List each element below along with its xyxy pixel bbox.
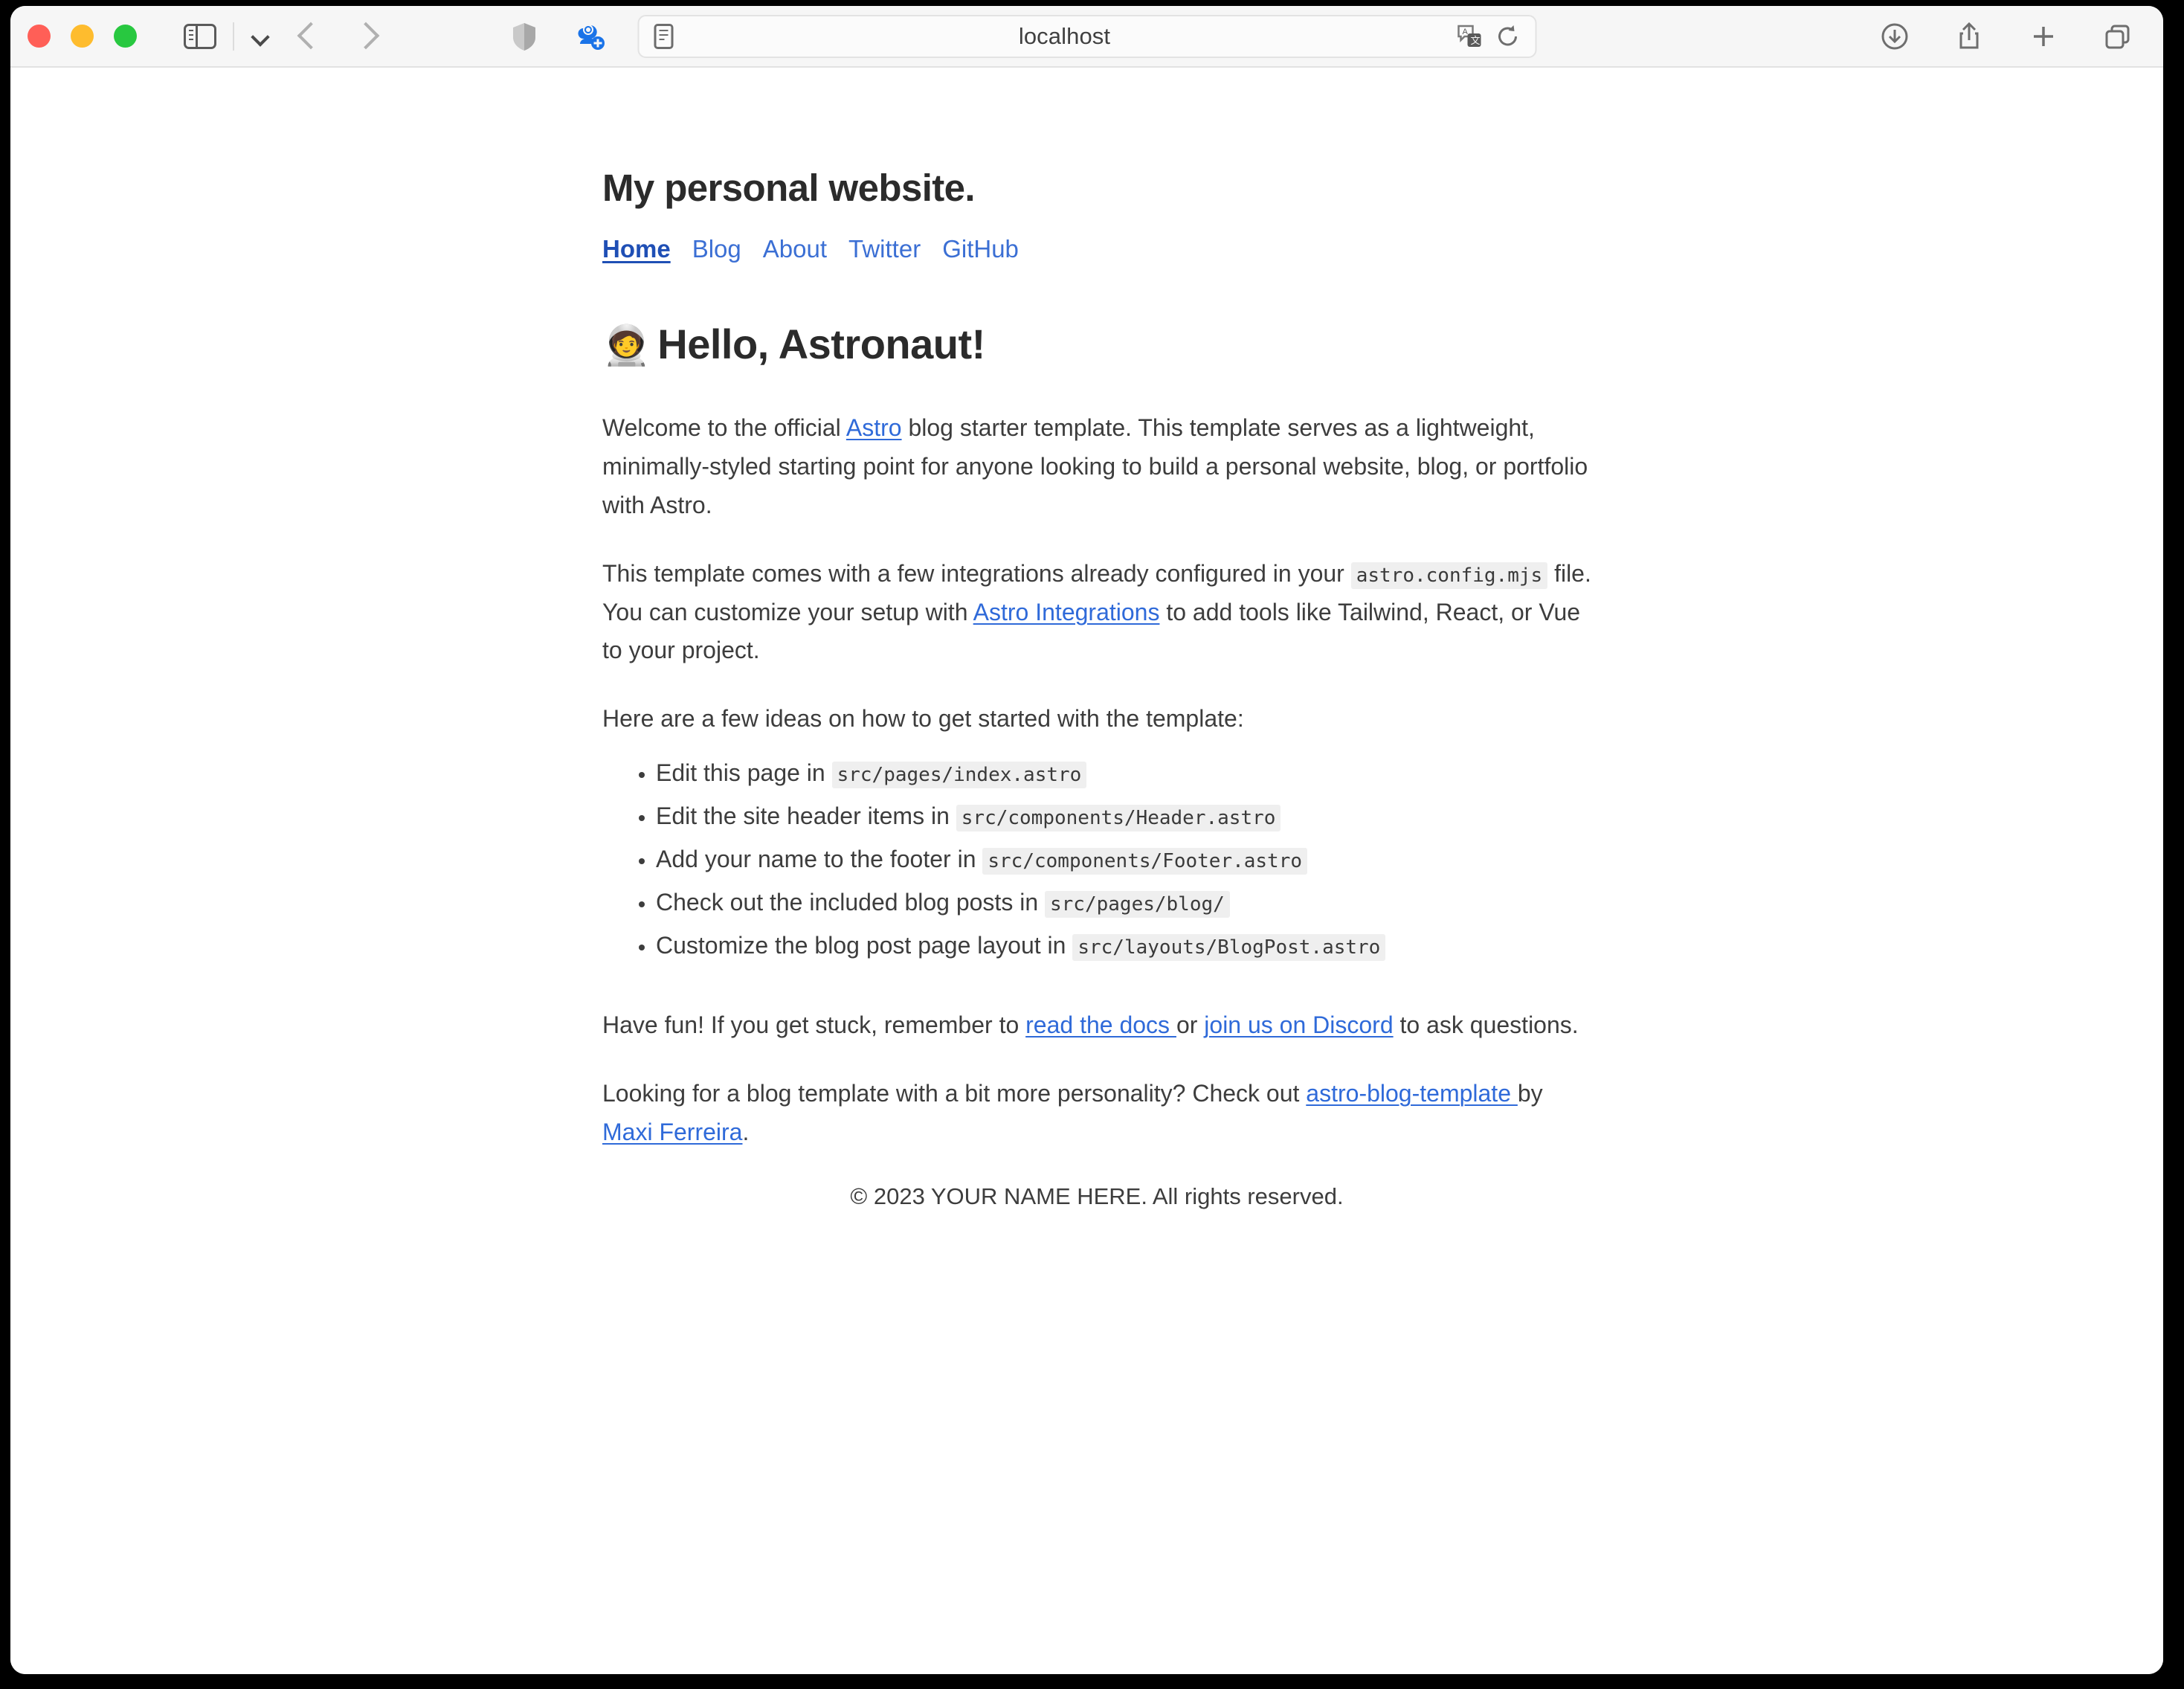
window-controls [28,25,137,48]
tab-overview-icon[interactable] [2102,21,2133,52]
translate-icon[interactable]: A 文 [1456,23,1483,50]
browser-window: localhost A 文 My personal website. Home … [10,6,2163,1674]
navigation-controls [137,16,389,57]
list-item-text: Customize the blog post page layout in [656,931,1073,959]
site-nav: Home Blog About Twitter GitHub [602,235,1591,263]
page-content: My personal website. Home Blog About Twi… [10,68,2163,1674]
shield-icon[interactable] [508,20,541,53]
have-fun-paragraph: Have fun! If you get stuck, remember to … [602,977,1591,1045]
nav-link-github[interactable]: GitHub [942,235,1019,263]
maxi-ferreira-link[interactable]: Maxi Ferreira [602,1119,742,1145]
new-tab-icon[interactable] [2028,21,2059,52]
nav-link-about[interactable]: About [763,235,827,263]
list-item-code: src/components/Footer.astro [982,847,1308,875]
have-fun-text-3: to ask questions. [1393,1011,1579,1038]
intro-text-before: Welcome to the official [602,414,846,442]
reload-icon[interactable] [1495,24,1520,49]
list-item: Edit this page in src/pages/index.astro [656,761,1591,804]
main-heading-text: Hello, Astronaut! [657,321,985,367]
list-item-code: src/components/Header.astro [956,804,1281,831]
content-column: My personal website. Home Blog About Twi… [602,68,1591,1151]
ideas-intro: Here are a few ideas on how to get start… [602,705,1244,733]
discord-link[interactable]: join us on Discord [1204,1011,1393,1038]
list-item-text: Edit the site header items in [656,802,956,829]
downloads-icon[interactable] [1879,21,1910,52]
astro-integrations-link[interactable]: Astro Integrations [973,599,1160,625]
reader-view-icon[interactable] [654,23,673,49]
back-arrow-icon[interactable] [288,16,329,57]
have-fun-text-2: or [1176,1011,1205,1038]
nav-link-home[interactable]: Home [602,235,671,263]
ideas-list: Edit this page in src/pages/index.astro … [602,739,1591,977]
address-bar-actions: A 文 [1456,23,1520,50]
blog-template-paragraph: Looking for a blog template with a bit m… [602,1045,1591,1152]
list-item-text: Edit this page in [656,759,832,786]
list-item-code: src/layouts/BlogPost.astro [1072,933,1386,961]
intro-paragraph: Welcome to the official Astro blog start… [602,367,1591,524]
toolbar-right-actions [1879,21,2133,52]
url-text[interactable]: localhost [673,23,1456,50]
list-item-code: src/pages/blog/ [1045,890,1230,918]
main-heading: 🧑‍🚀 Hello, Astronaut! [602,263,1591,367]
blog-template-text-1: Looking for a blog template with a bit m… [602,1079,1307,1107]
nav-link-twitter[interactable]: Twitter [848,235,921,263]
forward-arrow-icon[interactable] [347,16,389,57]
share-icon[interactable] [1953,21,1985,52]
list-item: Check out the included blog posts in src… [656,890,1591,933]
astro-link[interactable]: Astro [846,414,902,441]
list-item-text: Add your name to the footer in [656,845,983,872]
address-bar[interactable]: localhost A 文 [637,14,1536,58]
close-window-button[interactable] [28,25,51,48]
nav-link-blog[interactable]: Blog [692,235,741,263]
list-item: Add your name to the footer in src/compo… [656,847,1591,890]
toolbar-divider [233,22,234,51]
have-fun-text-1: Have fun! If you get stuck, remember to [602,1011,1026,1038]
astro-blog-template-link[interactable]: astro-blog-template [1306,1080,1518,1107]
list-item-text: Check out the included blog posts in [656,888,1045,916]
astro-config-code: astro.config.mjs [1350,562,1548,589]
browser-toolbar: localhost A 文 [10,6,2163,68]
page-title: My personal website. [602,167,976,209]
minimize-window-button[interactable] [71,25,94,48]
cloud-person-add-icon[interactable] [573,20,606,53]
list-item: Edit the site header items in src/compon… [656,804,1591,847]
svg-text:A: A [1462,28,1468,36]
svg-text:文: 文 [1470,35,1480,46]
astronaut-emoji: 🧑‍🚀 [602,324,651,367]
read-the-docs-link[interactable]: read the docs [1025,1011,1176,1038]
list-item: Customize the blog post page layout in s… [656,933,1591,977]
integrations-paragraph: This template comes with a few integrati… [602,525,1591,670]
blog-template-text-3: . [742,1118,750,1145]
site-footer: © 2023 YOUR NAME HERE. All rights reserv… [850,1183,1344,1209]
integrations-text-1: This template comes with a few integrati… [602,559,1351,587]
list-item-code: src/pages/index.astro [831,761,1087,788]
chevron-down-icon[interactable] [251,27,270,46]
maximize-window-button[interactable] [114,25,137,48]
sidebar-toggle-icon[interactable] [184,23,216,49]
blog-template-text-2: by [1517,1079,1543,1107]
